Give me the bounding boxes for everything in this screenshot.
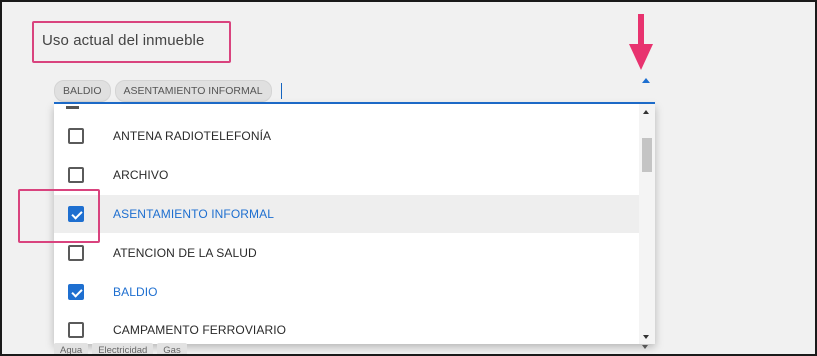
scrollbar-thumb[interactable] — [642, 138, 652, 172]
option-label: ATENCION DE LA SALUD — [113, 246, 257, 260]
option-asentamiento-informal[interactable]: ASENTAMIENTO INFORMAL — [54, 195, 639, 233]
option-label: ARCHIVO — [113, 168, 169, 182]
chevron-down-icon[interactable] — [642, 345, 648, 349]
chip-baldio[interactable]: BALDIO — [54, 80, 111, 102]
option-label: BALDIO — [113, 285, 158, 299]
chip-asentamiento-informal[interactable]: ASENTAMIENTO INFORMAL — [114, 80, 272, 102]
option-label: ASENTAMIENTO INFORMAL — [113, 207, 275, 221]
checkbox-icon[interactable] — [68, 167, 84, 183]
partial-row-edge — [66, 106, 79, 109]
option-baldio[interactable]: BALDIO — [54, 273, 639, 311]
option-antena-radiotelefonia[interactable]: ANTENA RADIOTELEFONÍA — [54, 117, 639, 155]
options-dropdown: ANTENA RADIOTELEFONÍA ARCHIVO ASENTAMIEN… — [54, 104, 655, 344]
checkbox-icon[interactable] — [68, 322, 84, 338]
app-frame: Uso actual del inmueble BALDIO ASENTAMIE… — [0, 0, 817, 356]
annotation-highlight-label — [32, 21, 231, 63]
option-archivo[interactable]: ARCHIVO — [54, 156, 639, 194]
option-label: ANTENA RADIOTELEFONÍA — [113, 129, 272, 143]
option-campamento-ferroviario[interactable]: CAMPAMENTO FERROVIARIO — [54, 311, 639, 344]
option-label: CAMPAMENTO FERROVIARIO — [113, 323, 287, 337]
checkbox-checked-icon[interactable] — [68, 284, 84, 300]
chevron-up-icon[interactable] — [642, 78, 650, 83]
annotation-highlight-checkbox — [18, 189, 100, 243]
checkbox-icon[interactable] — [68, 128, 84, 144]
scroll-down-arrow-icon[interactable] — [643, 335, 649, 339]
chip-electricidad[interactable]: Electricidad — [92, 343, 154, 354]
dropdown-scrollbar[interactable] — [639, 104, 655, 344]
chip-gas[interactable]: Gas — [157, 343, 187, 354]
option-atencion-de-la-salud[interactable]: ATENCION DE LA SALUD — [54, 234, 639, 272]
selected-chips: BALDIO ASENTAMIENTO INFORMAL — [54, 80, 283, 102]
down-arrow-icon — [629, 14, 653, 70]
checkbox-icon[interactable] — [68, 245, 84, 261]
text-caret[interactable] — [280, 83, 283, 99]
scroll-up-arrow-icon[interactable] — [643, 110, 649, 114]
services-chips: Agua Electricidad Gas — [54, 343, 187, 354]
chip-agua[interactable]: Agua — [54, 343, 89, 354]
